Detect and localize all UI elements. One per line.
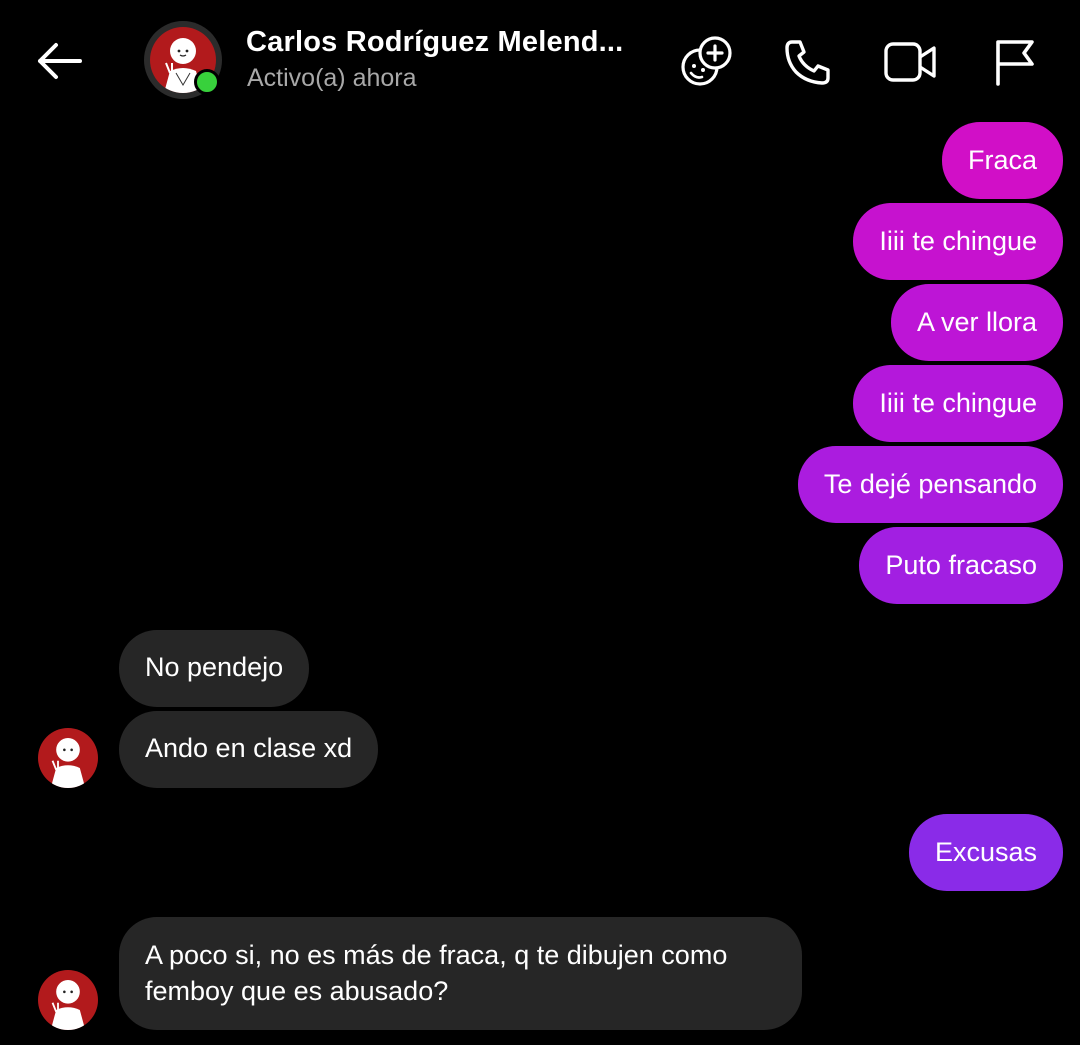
avatar-image xyxy=(50,980,86,1030)
sender-avatar[interactable] xyxy=(38,970,98,1030)
avatar-image xyxy=(50,738,86,788)
sticker-add-icon xyxy=(681,36,732,86)
contact-name[interactable]: Carlos Rodríguez Melend... xyxy=(246,26,623,59)
message-bubble-outgoing[interactable]: Te dejé pensando xyxy=(797,446,1063,523)
message-bubble-outgoing[interactable]: Excusas xyxy=(908,814,1063,891)
message-bubble-outgoing[interactable]: Puto fracaso xyxy=(859,527,1063,604)
phone-icon xyxy=(785,40,830,85)
message-bubble-outgoing[interactable]: Fraca xyxy=(941,122,1063,199)
online-status-dot xyxy=(194,69,220,95)
sender-avatar[interactable] xyxy=(38,728,98,788)
message-bubble-outgoing[interactable]: Iiii te chingue xyxy=(853,365,1063,442)
message-bubble-outgoing[interactable]: A ver llora xyxy=(890,284,1063,361)
flag-icon xyxy=(996,40,1034,86)
video-camera-icon xyxy=(884,42,936,82)
video-call-button[interactable] xyxy=(882,34,938,90)
message-bubble-incoming[interactable]: Ando en clase xd xyxy=(119,711,379,788)
back-button[interactable] xyxy=(30,36,88,86)
report-button[interactable] xyxy=(986,34,1042,90)
back-arrow-icon xyxy=(38,43,82,79)
contact-avatar[interactable] xyxy=(144,21,222,99)
message-bubble-incoming[interactable]: No pendejo xyxy=(119,630,310,707)
message-bubble-outgoing[interactable]: Iiii te chingue xyxy=(853,203,1063,280)
call-button[interactable] xyxy=(780,34,836,90)
message-bubble-incoming[interactable]: A poco si, no es más de fraca, q te dibu… xyxy=(119,917,802,1030)
sticker-button[interactable] xyxy=(678,34,734,90)
contact-status: Activo(a) ahora xyxy=(247,64,417,92)
chat-header: Carlos Rodríguez Melend... Activo(a) aho… xyxy=(0,0,1080,118)
